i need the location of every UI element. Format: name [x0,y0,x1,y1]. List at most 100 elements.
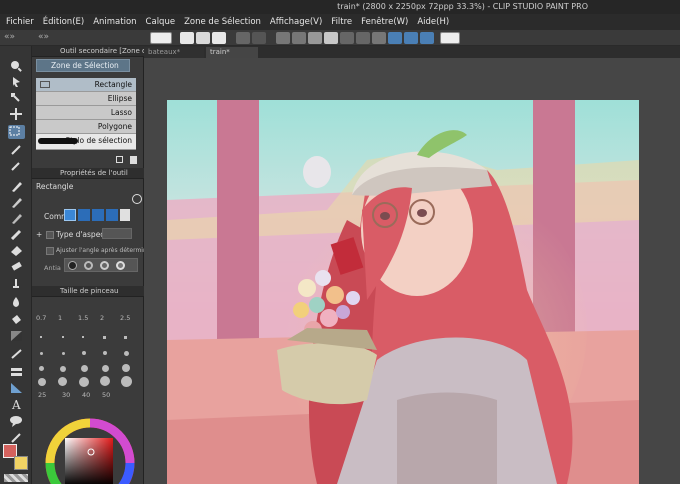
auto-select-icon[interactable] [10,144,23,156]
brush-size-dot[interactable] [62,352,65,355]
aspect-expander[interactable]: + [36,230,42,239]
sub-tool-group-tab[interactable]: Zone de Sélection [36,59,130,72]
brush-size-value[interactable]: 50 [102,391,110,399]
brush-size-dot[interactable] [58,377,67,386]
sub-tool-lasso[interactable]: Lasso [36,106,136,120]
brush-size-dot[interactable] [40,352,43,355]
brush-size-dot[interactable] [39,366,44,371]
antialias-none-option[interactable] [68,261,77,270]
brush-size-value[interactable]: 2 [100,314,104,322]
menu-affichage[interactable]: Affichage(V) [270,17,322,27]
sub-tool-polygon[interactable]: Polygone [36,120,136,134]
zoom-tool-icon[interactable] [10,60,23,72]
airbrush-tool-icon[interactable] [10,228,23,241]
sub-tool-ellipse[interactable]: Ellipse [36,92,136,106]
brush-size-dot[interactable] [103,351,107,355]
brush-size-dot[interactable] [82,336,84,338]
correct-line-icon[interactable] [10,432,23,444]
brush-size-dot[interactable] [103,336,106,339]
selection-tool-icon[interactable] [8,125,25,139]
paint-bucket-icon[interactable] [10,314,23,326]
select-only-button[interactable] [120,209,130,221]
subtract-selection-button[interactable] [92,209,104,221]
sub-tool-selection-pen[interactable]: Stylo de sélection [36,134,136,150]
intersect-selection-button[interactable] [106,209,118,221]
brush-size-value[interactable]: 1 [58,314,62,322]
brush-size-dot[interactable] [62,336,64,338]
menu-aide[interactable]: Aide(H) [417,17,449,27]
wrench-icon[interactable] [132,194,142,204]
brush-size-value[interactable]: 2.5 [120,314,130,322]
pencil-tool-icon[interactable] [10,196,23,208]
menu-calque[interactable]: Calque [146,17,176,27]
angle-adjust-checkbox[interactable] [46,247,54,255]
clear-outside-icon[interactable] [324,32,338,44]
decoration-tool-icon[interactable] [10,244,23,256]
brush-size-dot[interactable] [100,376,110,386]
color-wheel[interactable] [45,418,135,484]
menu-zone-selection[interactable]: Zone de Sélection [184,17,261,27]
frame-tool-icon[interactable] [10,366,23,378]
fill-icon[interactable] [308,32,322,44]
brush-size-value[interactable]: 40 [82,391,90,399]
canvas-artwork[interactable] [167,100,639,484]
brush-size-dot[interactable] [81,365,88,372]
brush-size-value[interactable]: 0.7 [36,314,46,322]
panel-collapse-icon[interactable]: «» [4,32,18,44]
brush-size-value[interactable]: 1.5 [78,314,88,322]
figure-tool-icon[interactable] [10,348,23,360]
brush-size-dot[interactable] [60,366,66,372]
gradient-tool-icon[interactable] [10,330,23,342]
eraser-tool-icon[interactable] [10,260,23,272]
eyedropper-icon[interactable] [10,160,23,172]
menu-fenetre[interactable]: Fenêtre(W) [361,17,408,27]
redo-icon[interactable] [252,32,266,44]
invert-selection-icon[interactable] [356,32,370,44]
brush-size-dot[interactable] [102,365,109,372]
undo-icon[interactable] [236,32,250,44]
ruler-tool-icon[interactable] [10,382,23,394]
copy-sub-tool-icon[interactable] [116,156,123,163]
blend-tool-icon[interactable] [10,278,23,290]
snap-ruler-icon[interactable] [388,32,402,44]
brush-size-dot[interactable] [82,351,86,355]
brush-size-dot[interactable] [40,336,42,338]
aspect-checkbox[interactable] [46,231,54,239]
snap-special-ruler-icon[interactable] [404,32,418,44]
brush-size-dot[interactable] [38,378,46,386]
sub-color-swatch[interactable] [14,456,28,470]
new-selection-button[interactable] [64,209,76,221]
antialias-weak-option[interactable] [84,261,93,270]
brush-size-dot[interactable] [79,377,89,387]
menu-edition[interactable]: Édition(E) [43,17,84,27]
menu-filtre[interactable]: Filtre [331,17,352,27]
deselect-icon[interactable] [340,32,354,44]
balloon-tool-icon[interactable] [10,415,23,427]
snap-grid-icon[interactable] [420,32,434,44]
show-selection-icon[interactable] [372,32,386,44]
antialias-medium-option[interactable] [100,261,109,270]
open-file-icon[interactable] [196,32,210,44]
brush-size-dot[interactable] [122,364,130,372]
menu-fichier[interactable]: Fichier [6,17,34,27]
brush-size-dot[interactable] [121,376,132,387]
antialias-strong-option[interactable] [116,261,125,270]
tab-train[interactable]: train* [206,47,258,58]
color-wheel-graphic[interactable] [45,418,135,484]
move-tool-icon[interactable] [10,76,23,88]
fill-tool-icon[interactable] [10,296,23,308]
operation-tool-icon[interactable] [10,92,23,104]
brush-size-dot[interactable] [124,351,129,356]
new-file-icon[interactable] [180,32,194,44]
move-layer-icon[interactable] [10,108,23,120]
save-icon[interactable] [212,32,226,44]
brush-size-dot[interactable] [124,336,127,339]
brush-size-value[interactable]: 25 [38,391,46,399]
text-tool-icon[interactable]: A [10,398,23,412]
menu-animation[interactable]: Animation [93,17,136,27]
add-selection-button[interactable] [78,209,90,221]
sub-tool-rectangle[interactable]: Rectangle [36,78,136,92]
brush-size-value[interactable]: 30 [62,391,70,399]
clip-studio-icon[interactable] [150,32,172,44]
brush-tool-icon[interactable] [10,212,23,224]
